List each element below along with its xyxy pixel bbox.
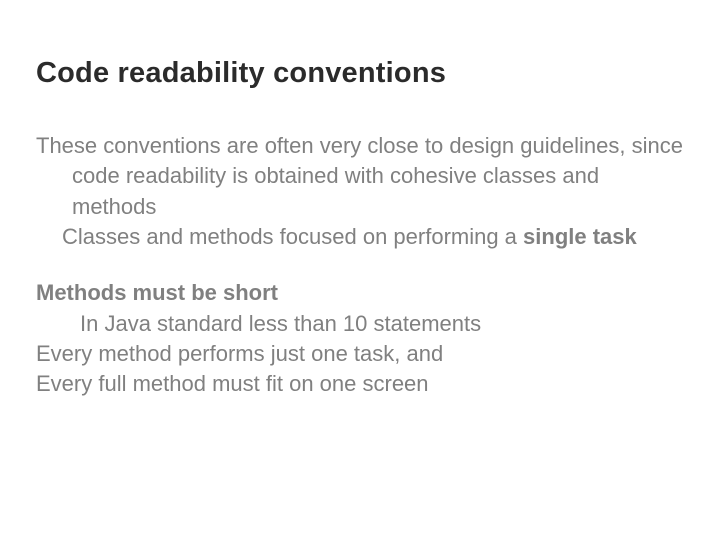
paragraph-onescreen: Every full method must fit on one screen: [36, 369, 684, 399]
text-java: In Java standard less than 10 statements: [80, 311, 481, 336]
paragraph-short: Methods must be short: [36, 278, 684, 308]
text-short: Methods must be short: [36, 280, 278, 305]
text-onescreen: Every full method must fit on one screen: [36, 371, 429, 396]
paragraph-java: In Java standard less than 10 statements: [36, 309, 684, 339]
sub-paragraph-singletask: Classes and methods focused on performin…: [36, 222, 684, 252]
text-singletask-a: Classes and methods focused on performin…: [62, 224, 523, 249]
text-singletask-b: single task: [523, 224, 637, 249]
slide-body: These conventions are often very close t…: [36, 131, 684, 400]
paragraph-intro: These conventions are often very close t…: [36, 131, 684, 222]
slide-title: Code readability conventions: [36, 56, 684, 91]
text-intro: These conventions are often very close t…: [36, 133, 683, 219]
slide: Code readability conventions These conve…: [0, 0, 720, 540]
paragraph-onetask: Every method performs just one task, and: [36, 339, 684, 369]
text-onetask: Every method performs just one task, and: [36, 341, 443, 366]
